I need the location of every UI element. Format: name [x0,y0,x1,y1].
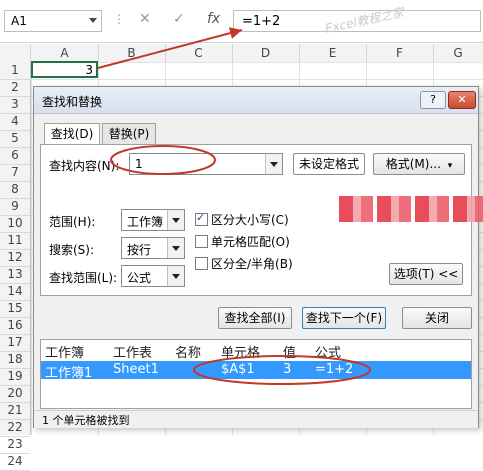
status-text: 1 个单元格被找到 [42,414,130,427]
help-button[interactable]: ? [420,91,446,109]
within-value: 工作簿 [127,215,164,229]
column-header-workbook[interactable]: 工作簿 [45,342,84,361]
dialog-title: 查找和替换 [42,95,103,109]
tab-find[interactable]: 查找(D) [44,123,100,145]
column-header-sheet[interactable]: 工作表 [113,342,152,361]
within-label: 范围(H): [49,215,96,229]
column-header-formula[interactable]: 公式 [315,342,341,361]
find-what-value: 1 [135,157,143,171]
match-width-checkbox[interactable] [195,257,208,270]
format-button[interactable]: 格式(M)... ▾ [373,153,465,175]
no-format-preview: 未设定格式 [293,153,365,175]
dialog-titlebar[interactable]: 查找和替换 ? ✕ [34,87,478,114]
find-what-input[interactable]: 1 [129,153,283,175]
result-sheet: Sheet1 [113,362,159,377]
find-all-button[interactable]: 查找全部(I) [218,307,292,329]
match-entire-label[interactable]: 单元格匹配(O) [211,233,290,250]
find-next-button[interactable]: 查找下一个(F) [302,307,386,329]
match-width-label[interactable]: 区分全/半角(B) [211,255,293,272]
column-header-cell[interactable]: 单元格 [221,342,260,361]
redaction-block [339,196,483,222]
search-select[interactable]: 按行 [121,237,185,259]
chevron-down-icon: ▾ [447,161,453,171]
look-in-select[interactable]: 公式 [121,265,185,287]
look-in-value: 公式 [127,271,152,285]
result-row[interactable]: 工作簿1 Sheet1 $A$1 3 =1+2 [41,361,471,381]
format-button-label: 格式(M)... [385,157,441,171]
close-button[interactable]: 关闭 [402,307,472,329]
result-value: 3 [283,362,292,377]
match-case-label[interactable]: 区分大小写(C) [211,211,289,228]
status-bar: 1 个单元格被找到 [34,410,478,428]
look-in-label: 查找范围(L): [49,271,118,285]
result-cell: $A$1 [221,362,255,377]
chevron-down-icon[interactable] [167,238,184,258]
results-header: 工作簿 工作表 名称 单元格 值 公式 [41,340,471,361]
tab-replace[interactable]: 替换(P) [102,123,156,144]
search-value: 按行 [127,243,152,257]
match-case-checkbox[interactable] [195,211,208,226]
search-label: 搜索(S): [49,243,95,257]
options-button[interactable]: 选项(T) << [389,263,463,285]
results-list[interactable]: 工作簿 工作表 名称 单元格 值 公式 工作簿1 Sheet1 $A$1 3 =… [40,339,472,409]
find-what-label: 查找内容(N): [49,159,120,173]
column-header-name[interactable]: 名称 [175,342,201,361]
row-header[interactable]: 23 [0,436,30,454]
result-workbook: 工作簿1 [45,366,93,381]
column-header-value[interactable]: 值 [283,342,296,361]
close-icon[interactable]: ✕ [448,91,476,109]
find-replace-dialog: 查找和替换 ? ✕ 查找(D) 替换(P) 查找内容(N): 1 未设定格式 格… [33,86,479,428]
chevron-down-icon[interactable] [265,154,282,174]
chevron-down-icon[interactable] [167,210,184,230]
result-formula: =1+2 [315,362,354,377]
row-header[interactable]: 24 [0,453,30,471]
match-entire-checkbox[interactable] [195,235,208,248]
within-select[interactable]: 工作簿 [121,209,185,231]
chevron-down-icon[interactable] [167,266,184,286]
